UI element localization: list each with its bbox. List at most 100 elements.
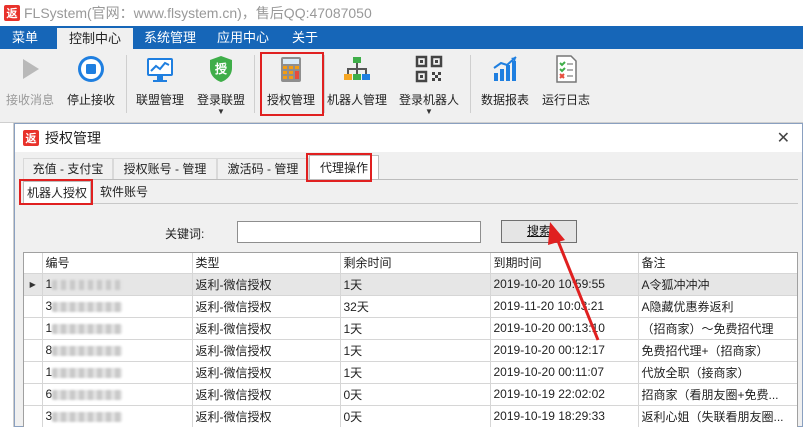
cell-remaining: 1天 xyxy=(340,317,491,340)
menu-tab-system[interactable]: 系统管理 xyxy=(136,26,204,49)
cell-id-text: 1 xyxy=(45,277,53,291)
login-robot-button[interactable]: 登录机器人 ▼ xyxy=(396,53,462,117)
stop-receive-button[interactable]: 停止接收 xyxy=(64,53,118,117)
redacted-mask xyxy=(52,389,123,400)
cell-expire: 2019-10-20 00:13:10 xyxy=(490,317,639,340)
table-row[interactable]: 1 返利-微信授权 1天 2019-10-20 00:13:10 （招商家）～免… xyxy=(24,317,797,340)
cell-type: 返利-微信授权 xyxy=(192,317,341,340)
login-robot-label: 登录机器人 xyxy=(398,93,459,107)
robot-management-label: 机器人管理 xyxy=(326,93,387,107)
ribbon-toolbar: 接收消息 停止接收 联盟管理 授 登录联盟 ▼ 授权管理 机器人管理 登录机器人… xyxy=(0,49,803,123)
menu-tab-menu[interactable]: 菜单 xyxy=(0,26,50,49)
cell-remaining: 32天 xyxy=(340,295,491,318)
column-header-note[interactable]: 备注 xyxy=(638,253,797,274)
login-alliance-label: 登录联盟 xyxy=(196,93,245,107)
qr-code-icon xyxy=(415,55,443,83)
cell-id: 1 xyxy=(42,273,193,296)
cell-note: 返利心姐（失联看朋友圈... xyxy=(638,405,797,427)
run-log-label: 运行日志 xyxy=(541,93,590,107)
cell-type: 返利-微信授权 xyxy=(192,383,341,406)
keyword-input[interactable] xyxy=(237,221,481,243)
dialog-title-bar: 返 授权管理 ✕ xyxy=(15,124,802,152)
cell-type: 返利-微信授权 xyxy=(192,339,341,362)
app-logo-icon: 返 xyxy=(4,5,20,21)
table-row[interactable]: 8 返利-微信授权 1天 2019-10-20 00:12:17 免费招代理+（… xyxy=(24,339,797,362)
cell-id: 1 xyxy=(42,317,193,340)
table-row[interactable]: 6 返利-微信授权 0天 2019-10-19 22:02:02 招商家（看朋友… xyxy=(24,383,797,406)
column-header-expire[interactable]: 到期时间 xyxy=(490,253,639,274)
row-header xyxy=(24,317,43,340)
alliance-management-button[interactable]: 联盟管理 xyxy=(132,53,188,117)
cell-remaining: 1天 xyxy=(340,273,491,296)
alliance-management-label: 联盟管理 xyxy=(135,93,184,107)
svg-text:授: 授 xyxy=(215,61,228,76)
cell-remaining: 1天 xyxy=(340,339,491,362)
run-log-button[interactable]: 运行日志 xyxy=(538,53,594,117)
cell-remaining: 0天 xyxy=(340,405,491,427)
column-header-remaining[interactable]: 剩余时间 xyxy=(340,253,491,274)
cell-id-text: 3 xyxy=(45,299,53,313)
document-check-icon xyxy=(556,55,577,83)
column-header-id[interactable]: 编号 xyxy=(42,253,193,274)
table-row[interactable]: ▶ 1 返利-微信授权 1天 2019-10-20 10:59:55 A令狐冲冲… xyxy=(24,273,797,296)
data-report-button[interactable]: 数据报表 xyxy=(478,53,532,117)
row-header xyxy=(24,405,43,427)
cell-id-text: 6 xyxy=(45,387,53,401)
menu-tab-control-center[interactable]: 控制中心 xyxy=(57,26,133,49)
cell-type: 返利-微信授权 xyxy=(192,405,341,427)
cell-expire: 2019-11-20 10:03:21 xyxy=(490,295,639,318)
cell-type: 返利-微信授权 xyxy=(192,295,341,318)
bar-chart-icon xyxy=(493,56,517,81)
cell-note: A隐藏优惠券返利 xyxy=(638,295,797,318)
redacted-mask xyxy=(52,411,123,422)
cell-note: 代放全职（接商家） xyxy=(638,361,797,384)
close-icon[interactable]: ✕ xyxy=(777,128,790,148)
menu-tab-apps[interactable]: 应用中心 xyxy=(210,26,276,49)
table-row[interactable]: 3 返利-微信授权 32天 2019-11-20 10:03:21 A隐藏优惠券… xyxy=(24,295,797,318)
row-header xyxy=(24,383,43,406)
cell-id-text: 8 xyxy=(45,343,53,357)
redacted-mask xyxy=(52,323,123,334)
cell-id: 6 xyxy=(42,383,193,406)
play-icon xyxy=(23,59,39,79)
login-alliance-button[interactable]: 授 登录联盟 ▼ xyxy=(194,53,248,117)
ribbon-separator xyxy=(254,55,255,113)
dialog-title: 授权管理 xyxy=(45,130,101,146)
receive-message-button[interactable]: 接收消息 xyxy=(4,53,56,117)
cell-note: A令狐冲冲冲 xyxy=(638,273,797,296)
grid-header-row: 编号 类型 剩余时间 到期时间 备注 xyxy=(24,253,797,274)
cell-note: 免费招代理+（招商家） xyxy=(638,339,797,362)
login-robot-dropdown-icon: ▼ xyxy=(425,107,433,116)
cell-id-text: 1 xyxy=(45,321,53,335)
redacted-mask xyxy=(52,367,123,378)
cell-note: 招商家（看朋友圈+免费... xyxy=(638,383,797,406)
tab-activation-code[interactable]: 激活码 - 管理 xyxy=(217,158,309,179)
cell-remaining: 1天 xyxy=(340,361,491,384)
robot-management-button[interactable]: 机器人管理 xyxy=(326,53,388,117)
search-button[interactable]: 搜索 xyxy=(501,220,577,243)
subtabs-divider xyxy=(23,203,798,204)
row-indicator-icon: ▶ xyxy=(24,273,43,296)
monitor-chart-icon xyxy=(147,58,173,82)
tab-alipay-recharge[interactable]: 充值 - 支付宝 xyxy=(23,158,113,179)
redacted-mask xyxy=(52,345,123,356)
search-button-label: 搜索 xyxy=(526,224,551,238)
column-header-type[interactable]: 类型 xyxy=(192,253,341,274)
grid-header-corner xyxy=(24,253,43,274)
ribbon-separator xyxy=(126,55,127,113)
menu-tab-about[interactable]: 关于 xyxy=(282,26,328,49)
receive-message-label: 接收消息 xyxy=(5,93,54,107)
app-title-bar: 返 FLSystem(官网：www.flsystem.cn)，售后QQ:4708… xyxy=(0,0,803,26)
stop-receive-label: 停止接收 xyxy=(66,93,115,107)
cell-expire: 2019-10-20 00:11:07 xyxy=(490,361,639,384)
app-title: FLSystem(官网：www.flsystem.cn)，售后QQ:470870… xyxy=(24,5,372,21)
table-row[interactable]: 1 返利-微信授权 1天 2019-10-20 00:11:07 代放全职（接商… xyxy=(24,361,797,384)
highlight-box xyxy=(19,179,93,205)
stop-icon xyxy=(78,56,104,82)
cell-id-text: 3 xyxy=(45,409,53,423)
subtab-software-account[interactable]: 软件账号 xyxy=(95,181,153,203)
highlight-box xyxy=(306,153,372,182)
tab-auth-account[interactable]: 授权账号 - 管理 xyxy=(113,158,217,179)
table-row[interactable]: 3 返利-微信授权 0天 2019-10-19 18:29:33 返利心姐（失联… xyxy=(24,405,797,427)
data-report-label: 数据报表 xyxy=(480,93,529,107)
